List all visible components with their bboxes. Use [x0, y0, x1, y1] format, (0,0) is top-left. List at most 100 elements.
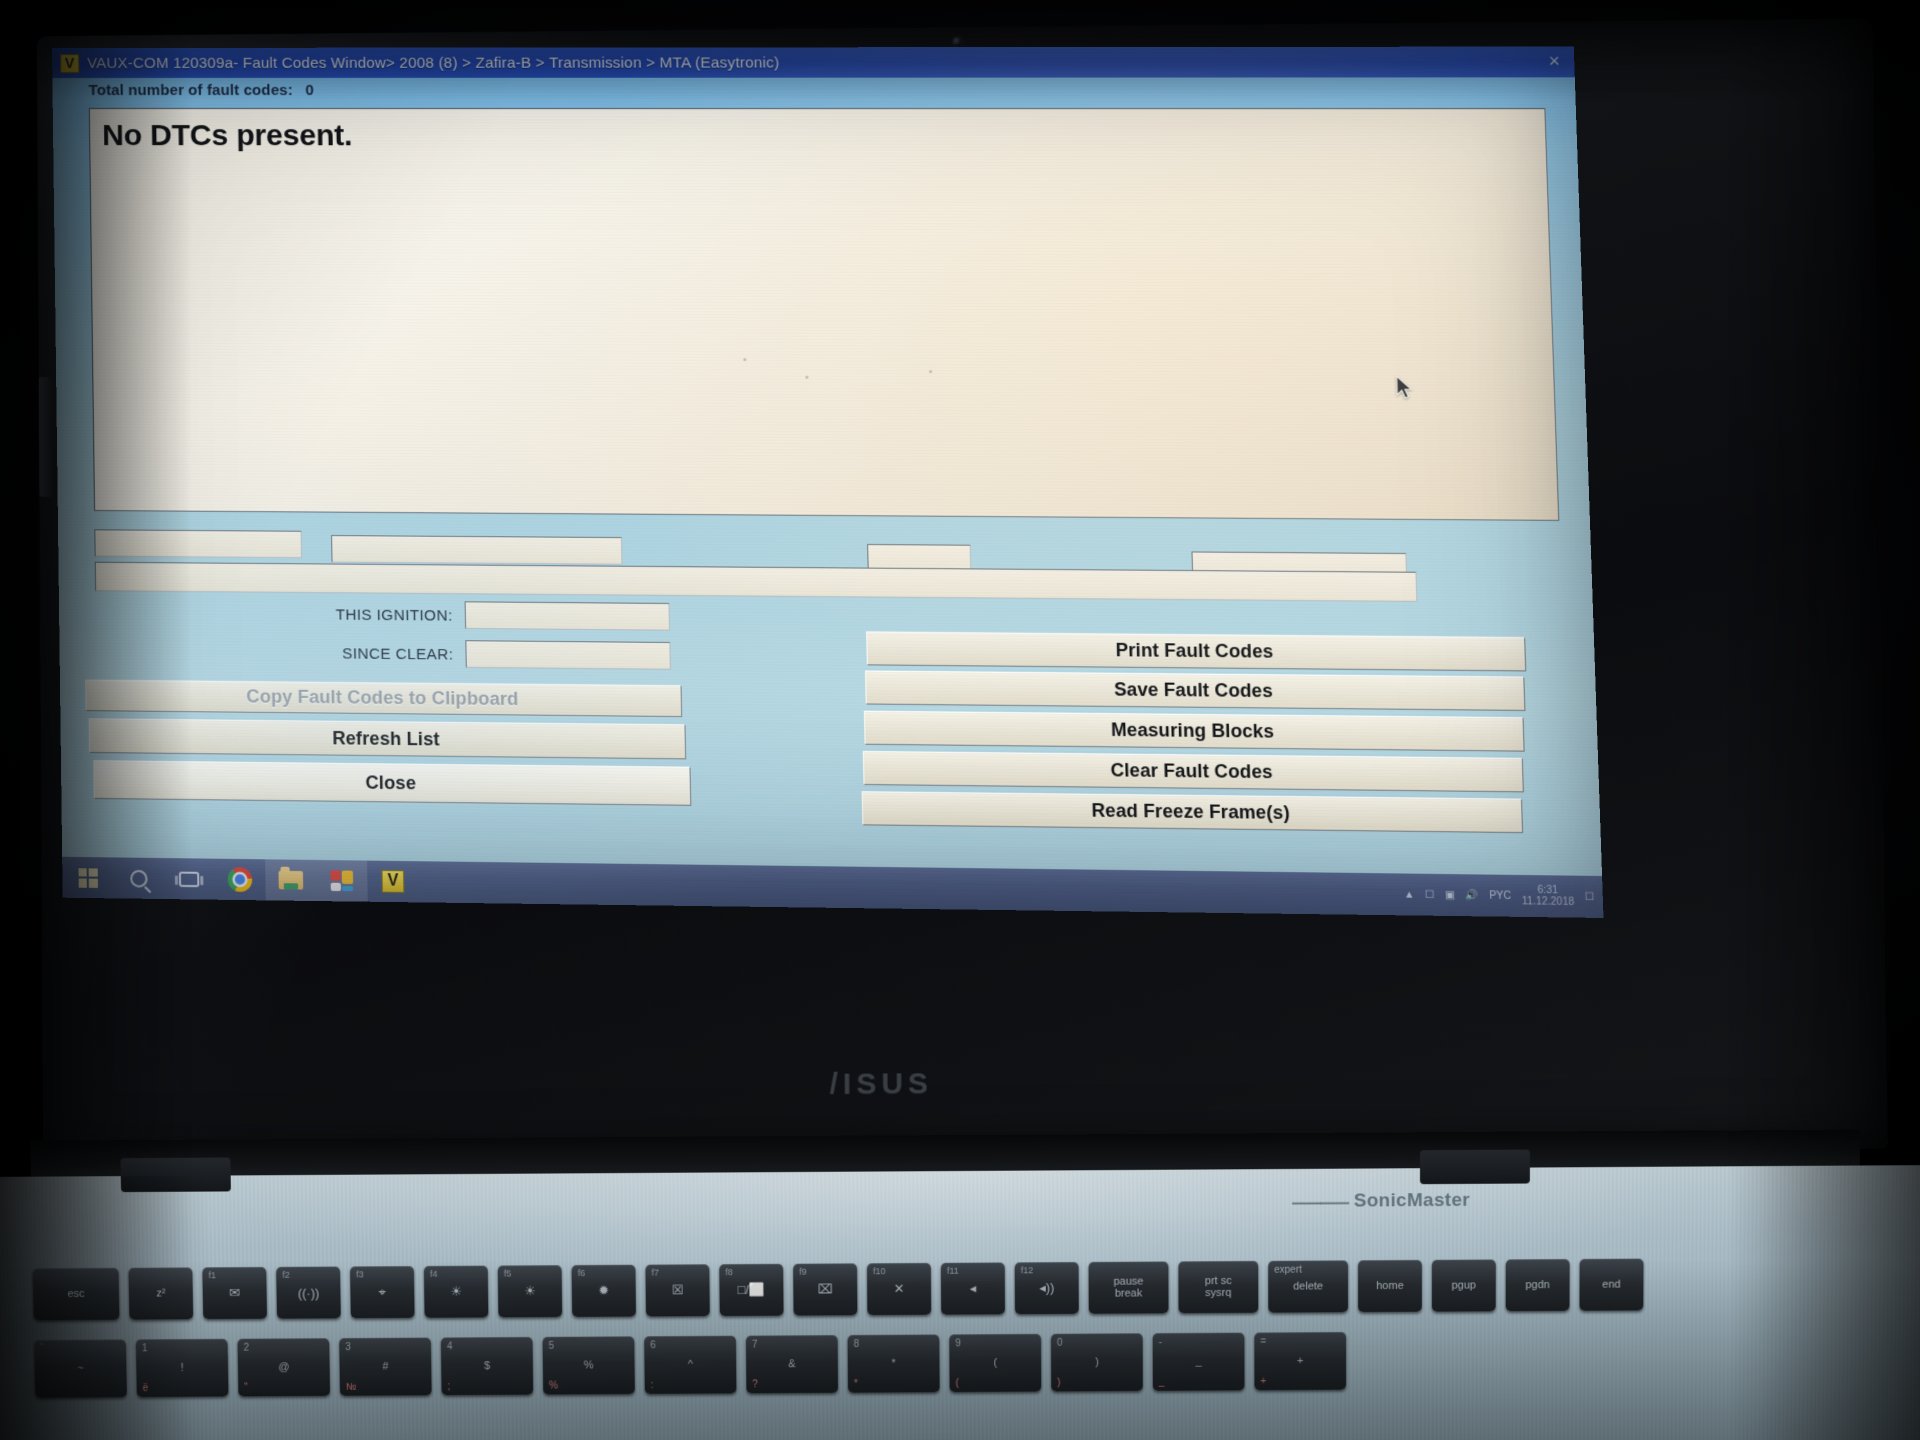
- since-clear-input[interactable]: [465, 640, 671, 670]
- key-alt-label: №: [345, 1381, 357, 1393]
- window-titlebar[interactable]: V VAUX-COM 120309a- Fault Codes Window> …: [52, 46, 1575, 78]
- search-icon: [129, 869, 148, 888]
- close-icon[interactable]: ×: [1540, 49, 1568, 74]
- tray-chevron-icon[interactable]: ▲: [1404, 889, 1415, 901]
- key-z²[interactable]: z²: [128, 1267, 194, 1320]
- read-freeze-frames-button[interactable]: Read Freeze Frame(s): [861, 791, 1524, 834]
- key-$[interactable]: $4;: [440, 1336, 534, 1396]
- key-cap-label: ~: [77, 1362, 84, 1375]
- key-^[interactable]: ^ 6:: [644, 1335, 737, 1394]
- measuring-blocks-button[interactable]: Measuring Blocks: [863, 710, 1525, 752]
- search-button[interactable]: [113, 857, 164, 899]
- tray-volume-icon[interactable]: 🔊: [1465, 889, 1479, 901]
- vauxcom-taskbar-button[interactable]: V: [367, 861, 419, 903]
- file-explorer-taskbar-button[interactable]: [265, 859, 317, 902]
- this-ignition-input[interactable]: [464, 601, 671, 631]
- key-+[interactable]: + = +: [1254, 1332, 1347, 1391]
- key-)[interactable]: ) 0): [1050, 1333, 1143, 1392]
- copy-fault-codes-button[interactable]: Copy Fault Codes to Clipboard: [85, 679, 683, 718]
- key-f3[interactable]: f3 ⌖: [350, 1266, 415, 1319]
- key-([interactable]: (9 (: [949, 1333, 1042, 1393]
- key-home[interactable]: home: [1358, 1259, 1422, 1313]
- key-#[interactable]: #3 №: [339, 1337, 432, 1396]
- key-cap-label: !: [180, 1361, 184, 1374]
- key-&[interactable]: & 7?: [745, 1335, 839, 1394]
- info-field-1[interactable]: [94, 529, 303, 559]
- laptop-base: /ISUS ⸺⸺ SonicMaster esc z² f1 ✉ f2 ((·)) f3 ⌖ f…: [0, 1067, 1920, 1440]
- key-end[interactable]: end: [1579, 1258, 1644, 1311]
- dtc-list-box[interactable]: No DTCs present.: [88, 108, 1560, 521]
- key-fn-label: f9: [799, 1266, 807, 1277]
- key-cap-label: #: [382, 1360, 389, 1373]
- system-tray: ▲ ☐ ▣ 🔊 PYC 6:31 11.12.2018 ☐: [1403, 874, 1595, 918]
- key-cap-label: _: [1195, 1355, 1202, 1368]
- key-sub-label: -: [1158, 1337, 1163, 1349]
- key-fn-label: f1: [208, 1270, 217, 1281]
- key-cap-label: pgup: [1451, 1279, 1477, 1292]
- key-f4[interactable]: f4 ☀: [423, 1265, 489, 1318]
- key-f11[interactable]: f11 ◂: [940, 1262, 1005, 1315]
- key-pause-break[interactable]: pause break: [1088, 1261, 1169, 1314]
- chrome-taskbar-button[interactable]: [214, 859, 265, 901]
- vaux-com-icon: V: [381, 870, 405, 893]
- tray-battery-icon[interactable]: ▣: [1445, 889, 1455, 901]
- action-center-icon[interactable]: ☐: [1585, 891, 1595, 903]
- key-f1[interactable]: f1 ✉: [202, 1266, 268, 1320]
- key-delete[interactable]: delete expert: [1268, 1260, 1349, 1313]
- key-cap-label: pause break: [1113, 1275, 1144, 1300]
- key-f2[interactable]: f2 ((·)): [276, 1266, 341, 1319]
- key-prt-sc-sysrq[interactable]: prt sc sysrq: [1178, 1260, 1259, 1314]
- tray-network-icon[interactable]: ☐: [1425, 889, 1435, 901]
- key-glyph: ☒: [671, 1282, 684, 1298]
- key-f5[interactable]: f5 ☀: [497, 1265, 563, 1318]
- chrome-icon: [227, 867, 253, 892]
- key-_[interactable]: _ - _: [1152, 1332, 1245, 1391]
- key-*[interactable]: * 8 *: [847, 1334, 940, 1393]
- key-cap-label: *: [891, 1357, 896, 1370]
- tray-clock[interactable]: 6:31 11.12.2018: [1521, 884, 1575, 909]
- refresh-list-button[interactable]: Refresh List: [88, 718, 687, 760]
- palmrest-shadow-right: [1758, 1164, 1920, 1440]
- key-f6[interactable]: f6 ✹: [571, 1264, 637, 1317]
- key-![interactable]: ! 1 ё: [135, 1338, 229, 1397]
- key-f12[interactable]: f12 ◂)): [1014, 1262, 1079, 1315]
- key-cap-label: $: [483, 1360, 491, 1373]
- key-fn-label: f10: [872, 1266, 886, 1277]
- key-sub-label: 8: [853, 1338, 860, 1350]
- key-alt-label: :: [650, 1379, 654, 1391]
- clear-fault-codes-button[interactable]: Clear Fault Codes: [862, 750, 1524, 793]
- vaux-com-icon: V: [60, 53, 80, 73]
- save-fault-codes-button[interactable]: Save Fault Codes: [864, 670, 1526, 711]
- sonicmaster-logo: ⸺⸺ SonicMaster: [1291, 1188, 1469, 1215]
- tray-date: 11.12.2018: [1521, 895, 1575, 909]
- key-f8[interactable]: f8 □/⬜: [719, 1263, 784, 1316]
- key-f7[interactable]: f7 ☒: [645, 1264, 710, 1317]
- print-fault-codes-button[interactable]: Print Fault Codes: [866, 631, 1527, 672]
- close-button[interactable]: Close: [93, 760, 692, 806]
- tray-language[interactable]: PYC: [1489, 890, 1511, 902]
- key-sub-label: 2: [243, 1342, 250, 1354]
- info-field-2[interactable]: [331, 535, 623, 565]
- key-%[interactable]: % 5%: [542, 1336, 635, 1395]
- key-@[interactable]: @2 ": [237, 1338, 331, 1397]
- key-esc[interactable]: esc: [32, 1267, 120, 1321]
- key-pgup[interactable]: pgup: [1431, 1259, 1496, 1312]
- key-f9[interactable]: f9 ⌧: [793, 1263, 858, 1316]
- key-sub-label: expert: [1274, 1264, 1302, 1276]
- start-button[interactable]: [62, 857, 113, 899]
- this-ignition-label: THIS IGNITION:: [335, 606, 453, 625]
- key-pgdn[interactable]: pgdn: [1505, 1259, 1570, 1312]
- task-view-button[interactable]: [163, 858, 214, 900]
- laptop-screen: V VAUX-COM 120309a- Fault Codes Window> …: [52, 46, 1604, 918]
- office-taskbar-button[interactable]: [316, 859, 368, 902]
- windows-logo-icon: [77, 867, 98, 888]
- key-glyph: ◂: [969, 1280, 977, 1296]
- key-sub-label: 4: [446, 1341, 453, 1353]
- key-f10[interactable]: f10 ✕: [866, 1262, 932, 1316]
- key-alt-label: ;: [447, 1381, 451, 1393]
- key-glyph: ◂)): [1039, 1280, 1055, 1296]
- key-cap-label: pgdn: [1525, 1279, 1550, 1292]
- key-cap-label: @: [278, 1361, 290, 1374]
- key-glyph: ☀: [450, 1283, 463, 1299]
- key-~[interactable]: ~ `: [34, 1339, 127, 1398]
